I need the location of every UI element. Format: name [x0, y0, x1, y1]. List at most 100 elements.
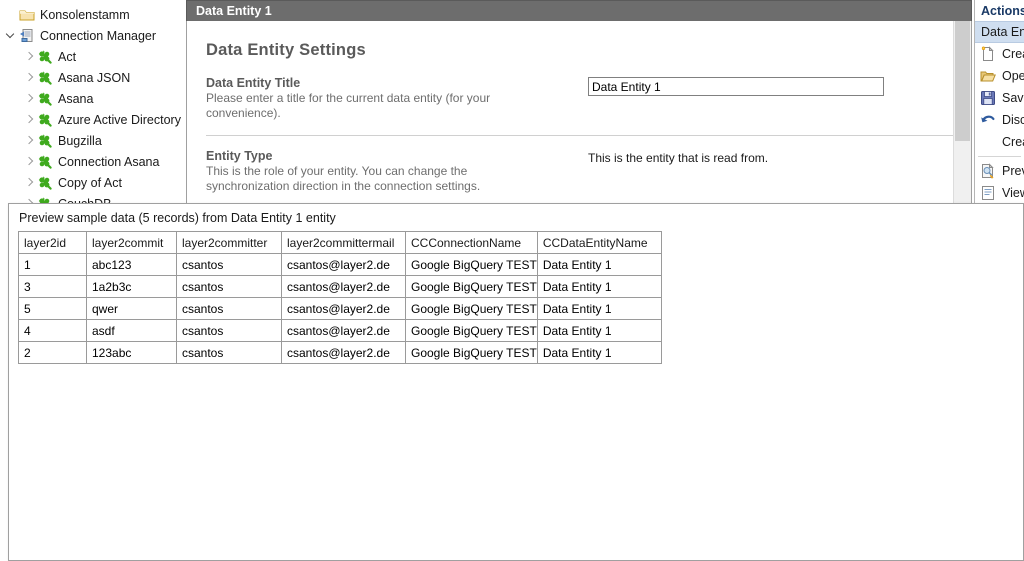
- table-row[interactable]: 5 qwer csantos csantos@layer2.de Google BigQ…: [18, 297, 662, 320]
- table-cell[interactable]: Data Entity 1: [536, 297, 662, 320]
- connector-plug-icon: [36, 154, 54, 170]
- tree-item-konsolenstamm[interactable]: Konsolenstamm: [0, 4, 184, 25]
- column-header[interactable]: CCDataEntityName: [536, 231, 662, 254]
- action-save-data-entity[interactable]: Save Data Entity: [975, 87, 1024, 109]
- table-cell[interactable]: csantos@layer2.de: [281, 297, 406, 320]
- chevron-right-icon[interactable]: [22, 70, 36, 86]
- table-cell[interactable]: csantos: [176, 275, 282, 298]
- preview-grid-wrapper: layer2id layer2commit layer2committer layer…: [9, 231, 1023, 364]
- table-cell[interactable]: Data Entity 1: [536, 341, 662, 364]
- table-cell[interactable]: qwer: [86, 297, 177, 320]
- connector-plug-icon: [36, 49, 54, 65]
- new-document-icon: [979, 45, 997, 63]
- actions-panel-title: Actions: [975, 0, 1024, 21]
- preview-data-grid[interactable]: layer2id layer2commit layer2committer layer…: [18, 231, 662, 364]
- tree-item-label: Connection Asana: [58, 154, 160, 169]
- table-cell[interactable]: 1: [18, 253, 87, 276]
- action-create-data-entity[interactable]: Create Data Entity: [975, 43, 1024, 65]
- table-cell[interactable]: Google BigQuery TEST: [405, 253, 538, 276]
- tree-item-act[interactable]: Act: [0, 46, 184, 67]
- action-label: Create Data Entity: [1002, 47, 1024, 61]
- column-header[interactable]: layer2committermail: [281, 231, 406, 254]
- table-cell[interactable]: Google BigQuery TEST: [405, 319, 538, 342]
- chevron-right-icon[interactable]: [22, 133, 36, 149]
- table-cell[interactable]: 123abc: [86, 341, 177, 364]
- connection-tree: Konsolenstamm Connection Manager Act Asana …: [0, 0, 184, 235]
- table-cell[interactable]: 5: [18, 297, 87, 320]
- column-header[interactable]: CCConnectionName: [405, 231, 538, 254]
- action-preview-data[interactable]: Preview Data: [975, 160, 1024, 182]
- setting-name: Data Entity Title: [206, 76, 301, 90]
- tree-item-asana[interactable]: Asana: [0, 88, 184, 109]
- chevron-right-icon[interactable]: [22, 154, 36, 170]
- chevron-right-icon[interactable]: [22, 112, 36, 128]
- action-open-data-entity[interactable]: Open Data Entity: [975, 65, 1024, 87]
- connector-plug-icon: [36, 91, 54, 107]
- preview-sample-data-window: Preview sample data (5 records) from Dat…: [8, 203, 1024, 561]
- table-cell[interactable]: csantos: [176, 341, 282, 364]
- setting-text-input[interactable]: [588, 77, 884, 96]
- tree-item-label: Connection Manager: [40, 28, 157, 43]
- actions-separator: [978, 156, 1021, 157]
- connector-plug-icon: [36, 112, 54, 128]
- tree-item-bugzilla[interactable]: Bugzilla: [0, 130, 184, 151]
- column-header[interactable]: layer2id: [18, 231, 87, 254]
- table-cell[interactable]: csantos@layer2.de: [281, 341, 406, 364]
- table-row[interactable]: 2 123abc csantos csantos@layer2.de Google Bi…: [18, 341, 662, 364]
- table-cell[interactable]: Data Entity 1: [536, 319, 662, 342]
- tree-item-connection-asana[interactable]: Connection Asana: [0, 151, 184, 172]
- table-row[interactable]: 3 1a2b3c csantos csantos@layer2.de Google Bi…: [18, 275, 662, 298]
- table-cell[interactable]: csantos: [176, 253, 282, 276]
- save-disk-icon: [979, 89, 997, 107]
- preview-document-icon: [979, 162, 997, 180]
- action-view-log[interactable]: View Log: [975, 182, 1024, 204]
- tree-item-azure-active-directory[interactable]: Azure Active Directory: [0, 109, 184, 130]
- setting-data-entity-title: Data Entity Title Please enter a title fo…: [206, 76, 954, 136]
- scrollbar-thumb[interactable]: [955, 21, 970, 141]
- table-cell[interactable]: asdf: [86, 319, 177, 342]
- tree-item-copy-of-act[interactable]: Copy of Act: [0, 172, 184, 193]
- table-cell[interactable]: 2: [18, 341, 87, 364]
- table-cell[interactable]: 1a2b3c: [86, 275, 177, 298]
- tree-item-label: Konsolenstamm: [40, 7, 130, 22]
- column-header[interactable]: layer2commit: [86, 231, 177, 254]
- action-discard-changes[interactable]: Discard Changes: [975, 109, 1024, 131]
- tab-data-entity-1[interactable]: Data Entity 1: [186, 0, 972, 21]
- table-cell[interactable]: Google BigQuery TEST: [405, 341, 538, 364]
- chevron-down-icon[interactable]: [4, 28, 18, 44]
- table-cell[interactable]: Google BigQuery TEST: [405, 297, 538, 320]
- table-cell[interactable]: Data Entity 1: [536, 253, 662, 276]
- action-create-copy[interactable]: Create Copy: [975, 131, 1024, 153]
- table-cell[interactable]: 4: [18, 319, 87, 342]
- actions-panel-subtitle: Data Entity 1: [975, 21, 1024, 43]
- setting-entity-type: Entity Type This is the role of your enti…: [206, 149, 954, 209]
- log-icon: [979, 184, 997, 202]
- action-label: Discard Changes: [1002, 113, 1024, 127]
- column-header[interactable]: layer2committer: [176, 231, 282, 254]
- table-cell[interactable]: csantos: [176, 319, 282, 342]
- chevron-right-icon[interactable]: [22, 175, 36, 191]
- action-label: Preview Data: [1002, 164, 1024, 178]
- table-cell[interactable]: csantos: [176, 297, 282, 320]
- table-cell[interactable]: abc123: [86, 253, 177, 276]
- table-cell[interactable]: csantos@layer2.de: [281, 253, 406, 276]
- table-row[interactable]: 4 asdf csantos csantos@layer2.de Google BigQ…: [18, 319, 662, 342]
- open-folder-icon: [979, 67, 997, 85]
- chevron-right-icon[interactable]: [22, 91, 36, 107]
- connector-plug-icon: [36, 70, 54, 86]
- table-cell[interactable]: csantos@layer2.de: [281, 275, 406, 298]
- setting-control: This is the entity that is read from.: [588, 150, 768, 165]
- table-row[interactable]: 1 abc123 csantos csantos@layer2.de Google Bi…: [18, 253, 662, 276]
- tree-item-asana-json[interactable]: Asana JSON: [0, 67, 184, 88]
- chevron-right-icon[interactable]: [22, 49, 36, 65]
- connector-plug-icon: [36, 175, 54, 191]
- tree-item-connection-manager[interactable]: Connection Manager: [0, 25, 184, 46]
- table-cell[interactable]: Data Entity 1: [536, 275, 662, 298]
- actions-list: Create Data Entity Open Data Entity Save D…: [975, 43, 1024, 204]
- table-cell[interactable]: Google BigQuery TEST: [405, 275, 538, 298]
- tree-item-label: Asana: [58, 91, 94, 106]
- table-cell[interactable]: csantos@layer2.de: [281, 319, 406, 342]
- table-cell[interactable]: 3: [18, 275, 87, 298]
- connection-manager-icon: [18, 28, 36, 44]
